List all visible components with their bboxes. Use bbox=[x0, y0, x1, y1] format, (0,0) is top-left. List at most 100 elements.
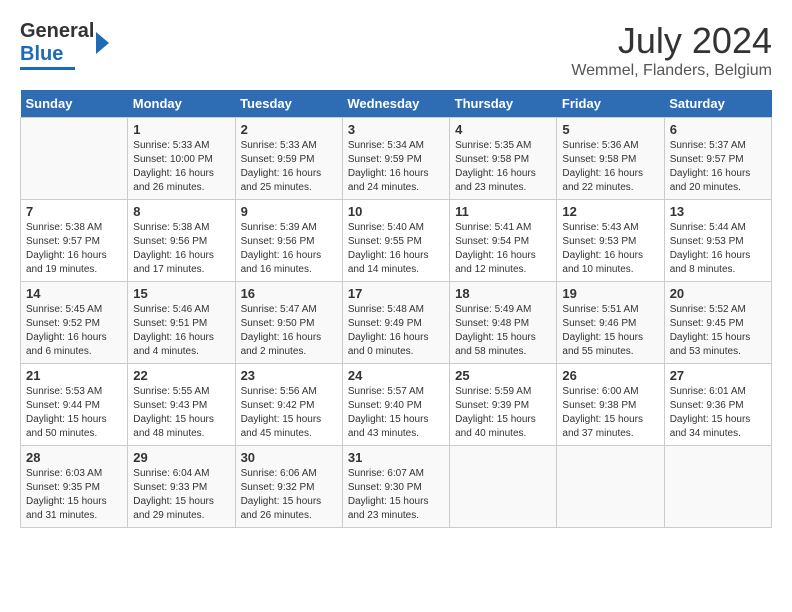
day-number: 14 bbox=[26, 286, 122, 301]
day-number: 15 bbox=[133, 286, 229, 301]
calendar-week-3: 14 Sunrise: 5:45 AM Sunset: 9:52 PM Dayli… bbox=[21, 282, 772, 364]
calendar-cell: 7 Sunrise: 5:38 AM Sunset: 9:57 PM Daylig… bbox=[21, 200, 128, 282]
calendar-header-tuesday: Tuesday bbox=[235, 90, 342, 118]
day-number: 4 bbox=[455, 122, 551, 137]
calendar-cell: 13 Sunrise: 5:44 AM Sunset: 9:53 PM Dayli… bbox=[664, 200, 771, 282]
day-info: Sunrise: 5:56 AM Sunset: 9:42 PM Dayligh… bbox=[241, 385, 337, 441]
day-number: 29 bbox=[133, 450, 229, 465]
calendar-cell: 29 Sunrise: 6:04 AM Sunset: 9:33 PM Dayli… bbox=[128, 446, 235, 528]
day-number: 24 bbox=[348, 368, 444, 383]
title-block: July 2024 Wemmel, Flanders, Belgium bbox=[571, 20, 772, 80]
calendar-week-5: 28 Sunrise: 6:03 AM Sunset: 9:35 PM Dayli… bbox=[21, 446, 772, 528]
calendar-cell bbox=[557, 446, 664, 528]
day-info: Sunrise: 5:35 AM Sunset: 9:58 PM Dayligh… bbox=[455, 139, 551, 195]
day-info: Sunrise: 5:51 AM Sunset: 9:46 PM Dayligh… bbox=[562, 303, 658, 359]
calendar-cell: 11 Sunrise: 5:41 AM Sunset: 9:54 PM Dayli… bbox=[450, 200, 557, 282]
day-info: Sunrise: 5:39 AM Sunset: 9:56 PM Dayligh… bbox=[241, 221, 337, 277]
day-info: Sunrise: 5:47 AM Sunset: 9:50 PM Dayligh… bbox=[241, 303, 337, 359]
day-info: Sunrise: 5:45 AM Sunset: 9:52 PM Dayligh… bbox=[26, 303, 122, 359]
calendar-cell: 20Sunrise: 5:52 AM Sunset: 9:45 PM Dayli… bbox=[664, 282, 771, 364]
page-header: General Blue July 2024 Wemmel, Flanders,… bbox=[20, 20, 772, 80]
day-number: 10 bbox=[348, 204, 444, 219]
calendar-cell: 21Sunrise: 5:53 AM Sunset: 9:44 PM Dayli… bbox=[21, 364, 128, 446]
day-number: 9 bbox=[241, 204, 337, 219]
day-info: Sunrise: 6:04 AM Sunset: 9:33 PM Dayligh… bbox=[133, 467, 229, 523]
calendar-cell: 31Sunrise: 6:07 AM Sunset: 9:30 PM Dayli… bbox=[342, 446, 449, 528]
day-info: Sunrise: 5:36 AM Sunset: 9:58 PM Dayligh… bbox=[562, 139, 658, 195]
calendar-cell: 5Sunrise: 5:36 AM Sunset: 9:58 PM Daylig… bbox=[557, 118, 664, 200]
calendar-cell bbox=[664, 446, 771, 528]
calendar-cell: 12Sunrise: 5:43 AM Sunset: 9:53 PM Dayli… bbox=[557, 200, 664, 282]
calendar-week-1: 1 Sunrise: 5:33 AM Sunset: 10:00 PM Dayli… bbox=[21, 118, 772, 200]
calendar-cell bbox=[450, 446, 557, 528]
logo: General Blue bbox=[20, 20, 109, 70]
calendar-cell: 10 Sunrise: 5:40 AM Sunset: 9:55 PM Dayli… bbox=[342, 200, 449, 282]
day-number: 25 bbox=[455, 368, 551, 383]
calendar-cell: 17Sunrise: 5:48 AM Sunset: 9:49 PM Dayli… bbox=[342, 282, 449, 364]
day-number: 2 bbox=[241, 122, 337, 137]
calendar-cell: 28 Sunrise: 6:03 AM Sunset: 9:35 PM Dayli… bbox=[21, 446, 128, 528]
day-info: Sunrise: 5:53 AM Sunset: 9:44 PM Dayligh… bbox=[26, 385, 122, 441]
day-number: 1 bbox=[133, 122, 229, 137]
day-info: Sunrise: 5:41 AM Sunset: 9:54 PM Dayligh… bbox=[455, 221, 551, 277]
day-info: Sunrise: 5:55 AM Sunset: 9:43 PM Dayligh… bbox=[133, 385, 229, 441]
page-title: July 2024 bbox=[571, 20, 772, 62]
day-info: Sunrise: 5:57 AM Sunset: 9:40 PM Dayligh… bbox=[348, 385, 444, 441]
calendar-cell: 26 Sunrise: 6:00 AM Sunset: 9:38 PM Dayli… bbox=[557, 364, 664, 446]
calendar-cell: 9 Sunrise: 5:39 AM Sunset: 9:56 PM Daylig… bbox=[235, 200, 342, 282]
calendar-cell: 18 Sunrise: 5:49 AM Sunset: 9:48 PM Dayli… bbox=[450, 282, 557, 364]
calendar-header-monday: Monday bbox=[128, 90, 235, 118]
day-number: 28 bbox=[26, 450, 122, 465]
day-number: 8 bbox=[133, 204, 229, 219]
day-info: Sunrise: 5:38 AM Sunset: 9:56 PM Dayligh… bbox=[133, 221, 229, 277]
calendar-header-sunday: Sunday bbox=[21, 90, 128, 118]
calendar-cell: 15 Sunrise: 5:46 AM Sunset: 9:51 PM Dayli… bbox=[128, 282, 235, 364]
day-info: Sunrise: 6:00 AM Sunset: 9:38 PM Dayligh… bbox=[562, 385, 658, 441]
day-info: Sunrise: 5:37 AM Sunset: 9:57 PM Dayligh… bbox=[670, 139, 766, 195]
day-info: Sunrise: 5:46 AM Sunset: 9:51 PM Dayligh… bbox=[133, 303, 229, 359]
calendar-cell: 14 Sunrise: 5:45 AM Sunset: 9:52 PM Dayli… bbox=[21, 282, 128, 364]
calendar-week-4: 21Sunrise: 5:53 AM Sunset: 9:44 PM Dayli… bbox=[21, 364, 772, 446]
logo-underline bbox=[20, 67, 75, 70]
day-number: 30 bbox=[241, 450, 337, 465]
day-info: Sunrise: 6:07 AM Sunset: 9:30 PM Dayligh… bbox=[348, 467, 444, 523]
day-number: 19 bbox=[562, 286, 658, 301]
day-number: 22 bbox=[133, 368, 229, 383]
day-number: 23 bbox=[241, 368, 337, 383]
day-info: Sunrise: 5:34 AM Sunset: 9:59 PM Dayligh… bbox=[348, 139, 444, 195]
calendar-table: SundayMondayTuesdayWednesdayThursdayFrid… bbox=[20, 90, 772, 528]
day-info: Sunrise: 6:06 AM Sunset: 9:32 PM Dayligh… bbox=[241, 467, 337, 523]
calendar-header-friday: Friday bbox=[557, 90, 664, 118]
day-number: 13 bbox=[670, 204, 766, 219]
calendar-cell: 22 Sunrise: 5:55 AM Sunset: 9:43 PM Dayli… bbox=[128, 364, 235, 446]
calendar-cell: 16 Sunrise: 5:47 AM Sunset: 9:50 PM Dayli… bbox=[235, 282, 342, 364]
day-info: Sunrise: 5:33 AM Sunset: 10:00 PM Daylig… bbox=[133, 139, 229, 195]
calendar-cell: 6 Sunrise: 5:37 AM Sunset: 9:57 PM Daylig… bbox=[664, 118, 771, 200]
day-info: Sunrise: 5:38 AM Sunset: 9:57 PM Dayligh… bbox=[26, 221, 122, 277]
calendar-cell: 4 Sunrise: 5:35 AM Sunset: 9:58 PM Daylig… bbox=[450, 118, 557, 200]
calendar-week-2: 7 Sunrise: 5:38 AM Sunset: 9:57 PM Daylig… bbox=[21, 200, 772, 282]
calendar-header-wednesday: Wednesday bbox=[342, 90, 449, 118]
day-number: 6 bbox=[670, 122, 766, 137]
calendar-cell: 2Sunrise: 5:33 AM Sunset: 9:59 PM Daylig… bbox=[235, 118, 342, 200]
calendar-cell: 3Sunrise: 5:34 AM Sunset: 9:59 PM Daylig… bbox=[342, 118, 449, 200]
calendar-cell: 30 Sunrise: 6:06 AM Sunset: 9:32 PM Dayli… bbox=[235, 446, 342, 528]
day-number: 17 bbox=[348, 286, 444, 301]
day-info: Sunrise: 5:59 AM Sunset: 9:39 PM Dayligh… bbox=[455, 385, 551, 441]
day-number: 26 bbox=[562, 368, 658, 383]
day-number: 11 bbox=[455, 204, 551, 219]
calendar-cell: 24 Sunrise: 5:57 AM Sunset: 9:40 PM Dayli… bbox=[342, 364, 449, 446]
calendar-header-thursday: Thursday bbox=[450, 90, 557, 118]
page-subtitle: Wemmel, Flanders, Belgium bbox=[571, 62, 772, 80]
day-number: 18 bbox=[455, 286, 551, 301]
day-info: Sunrise: 6:03 AM Sunset: 9:35 PM Dayligh… bbox=[26, 467, 122, 523]
day-info: Sunrise: 5:49 AM Sunset: 9:48 PM Dayligh… bbox=[455, 303, 551, 359]
day-info: Sunrise: 5:44 AM Sunset: 9:53 PM Dayligh… bbox=[670, 221, 766, 277]
day-info: Sunrise: 5:40 AM Sunset: 9:55 PM Dayligh… bbox=[348, 221, 444, 277]
calendar-cell bbox=[21, 118, 128, 200]
day-number: 27 bbox=[670, 368, 766, 383]
day-number: 16 bbox=[241, 286, 337, 301]
day-info: Sunrise: 5:52 AM Sunset: 9:45 PM Dayligh… bbox=[670, 303, 766, 359]
day-number: 7 bbox=[26, 204, 122, 219]
calendar-header-row: SundayMondayTuesdayWednesdayThursdayFrid… bbox=[21, 90, 772, 118]
